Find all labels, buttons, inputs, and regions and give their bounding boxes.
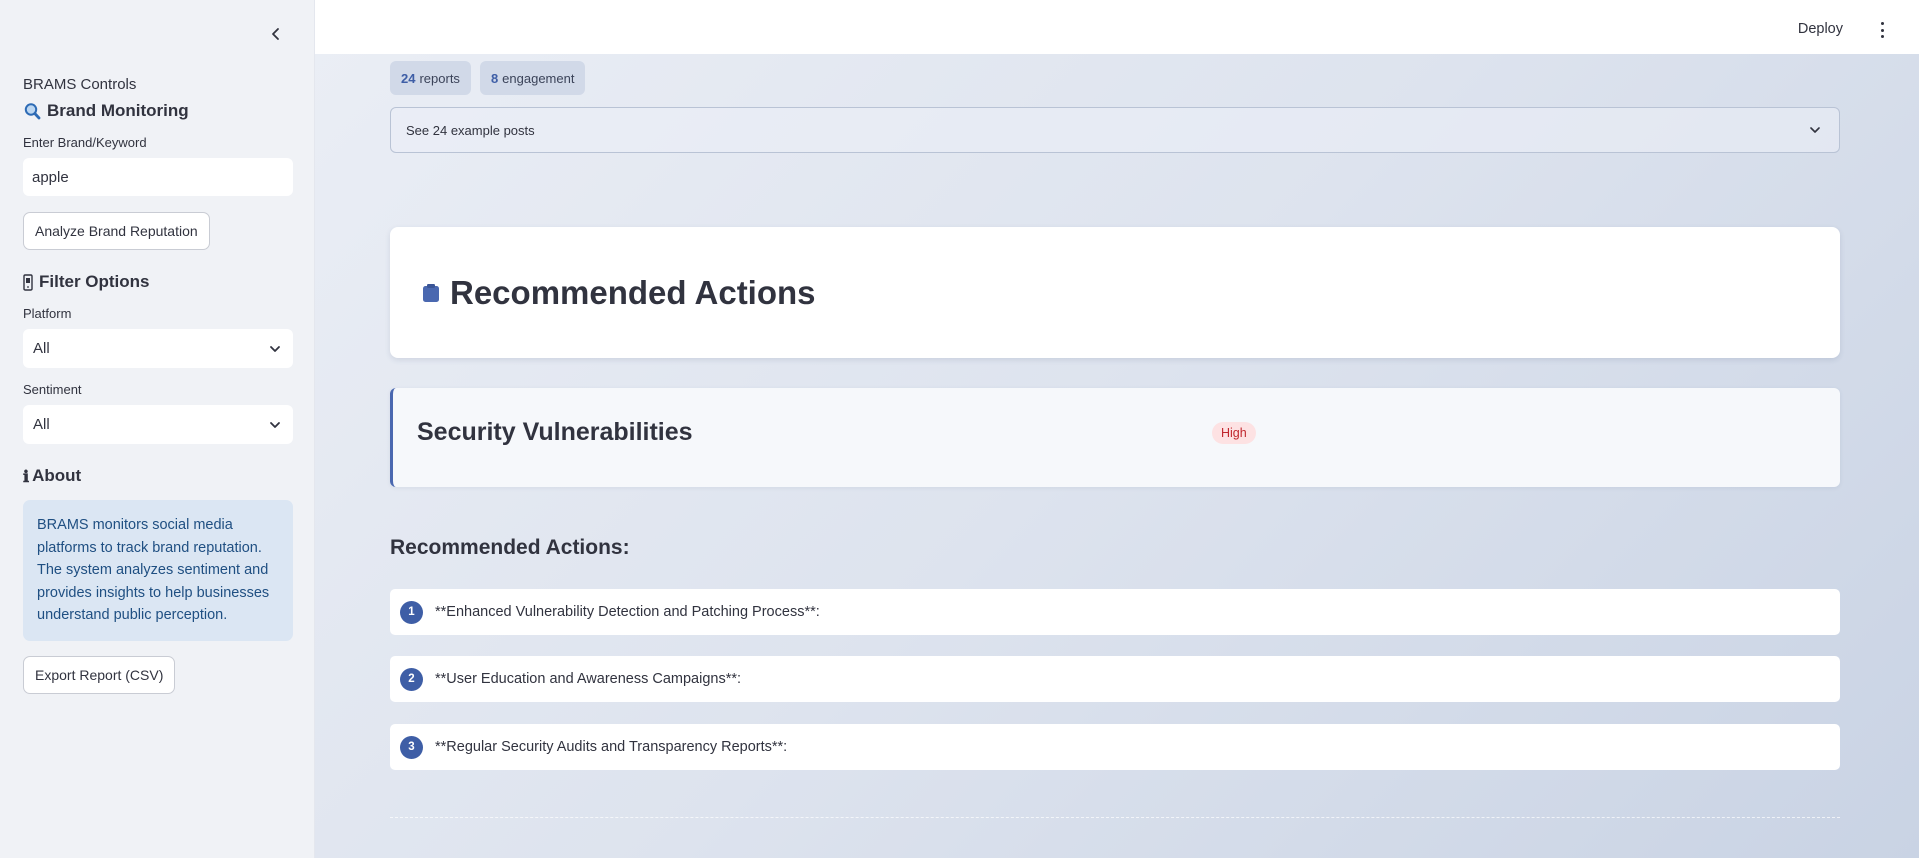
- kebab-dot: [1880, 22, 1884, 25]
- controls-caption: BRAMS Controls: [23, 76, 137, 93]
- issue-card: Security Vulnerabilities High: [390, 388, 1840, 487]
- sentiment-select[interactable]: All: [23, 405, 293, 444]
- keyword-input-value: apple: [32, 168, 69, 186]
- recommended-actions-card: Recommended Actions: [390, 227, 1840, 358]
- chevron-down-icon: [1810, 127, 1820, 133]
- action-item: 2 **User Education and Awareness Campaig…: [390, 656, 1840, 702]
- engagement-chip: 8 engagement: [479, 61, 586, 95]
- analyze-brand-button[interactable]: Analyze Brand Reputation: [23, 212, 210, 250]
- action-number-badge: 1: [400, 600, 423, 624]
- info-icon: ℹ: [23, 466, 30, 486]
- expander-label: See 24 example posts: [406, 122, 535, 138]
- filter-options-heading: Filter Options: [23, 272, 293, 292]
- recommended-actions-title: Recommended Actions: [450, 273, 816, 311]
- action-text: **Enhanced Vulnerability Detection and P…: [435, 604, 820, 620]
- action-item: 3 **Regular Security Audits and Transpar…: [390, 724, 1840, 770]
- deploy-button[interactable]: Deploy: [1798, 21, 1843, 37]
- action-number-badge: 2: [400, 667, 423, 691]
- section-divider: [390, 817, 1840, 818]
- severity-badge: High: [1212, 422, 1256, 444]
- app-header: Deploy: [315, 0, 1919, 54]
- reports-count: 24: [401, 70, 416, 86]
- action-number-badge: 3: [400, 735, 423, 759]
- sentiment-select-value: All: [33, 416, 50, 433]
- brand-monitoring-title: Brand Monitoring: [47, 101, 189, 120]
- sidebar: BRAMS Controls Brand Monitoring Enter Br…: [0, 0, 315, 858]
- magnifier-icon: [24, 103, 41, 120]
- engagement-count: 8: [490, 70, 499, 86]
- chevron-left-icon: [272, 28, 279, 40]
- main-menu-button[interactable]: [1877, 22, 1887, 38]
- reports-label: reports: [419, 70, 460, 86]
- kebab-dot: [1880, 28, 1884, 32]
- platform-select-value: All: [33, 340, 50, 357]
- about-info-box: BRAMS monitors social media platforms to…: [23, 500, 293, 641]
- chevron-down-icon: [270, 345, 280, 352]
- action-text: **Regular Security Audits and Transparen…: [435, 739, 788, 755]
- phone-icon: [23, 273, 33, 291]
- export-report-button[interactable]: Export Report (CSV): [23, 655, 176, 694]
- reports-chip: 24 reports: [390, 61, 471, 95]
- about-heading: ℹ About: [23, 466, 293, 486]
- sentiment-label: Sentiment: [23, 382, 82, 397]
- platform-label: Platform: [23, 306, 72, 321]
- example-posts-expander[interactable]: See 24 example posts: [390, 107, 1840, 153]
- action-item: 1 **Enhanced Vulnerability Detection and…: [390, 589, 1840, 635]
- kebab-dot: [1880, 35, 1884, 38]
- brand-monitoring-heading: Brand Monitoring: [23, 101, 293, 121]
- chevron-down-icon: [270, 421, 280, 428]
- filter-options-title: Filter Options: [39, 272, 150, 291]
- about-title: About: [32, 466, 82, 485]
- issue-title: Security Vulnerabilities: [417, 418, 693, 446]
- sidebar-content: BRAMS Controls Brand Monitoring Enter Br…: [23, 76, 293, 694]
- about-text: BRAMS monitors social media platforms to…: [37, 517, 270, 623]
- platform-select[interactable]: All: [23, 329, 293, 368]
- keyword-label: Enter Brand/Keyword: [23, 135, 147, 150]
- actions-heading: Recommended Actions:: [390, 536, 630, 559]
- stats-chips: 24 reports 8 engagement: [390, 61, 586, 95]
- action-text: **User Education and Awareness Campaigns…: [435, 671, 742, 687]
- collapse-sidebar-button[interactable]: [264, 22, 288, 46]
- engagement-label: engagement: [502, 70, 575, 86]
- clipboard-icon: [423, 283, 439, 302]
- keyword-input[interactable]: apple: [23, 158, 293, 196]
